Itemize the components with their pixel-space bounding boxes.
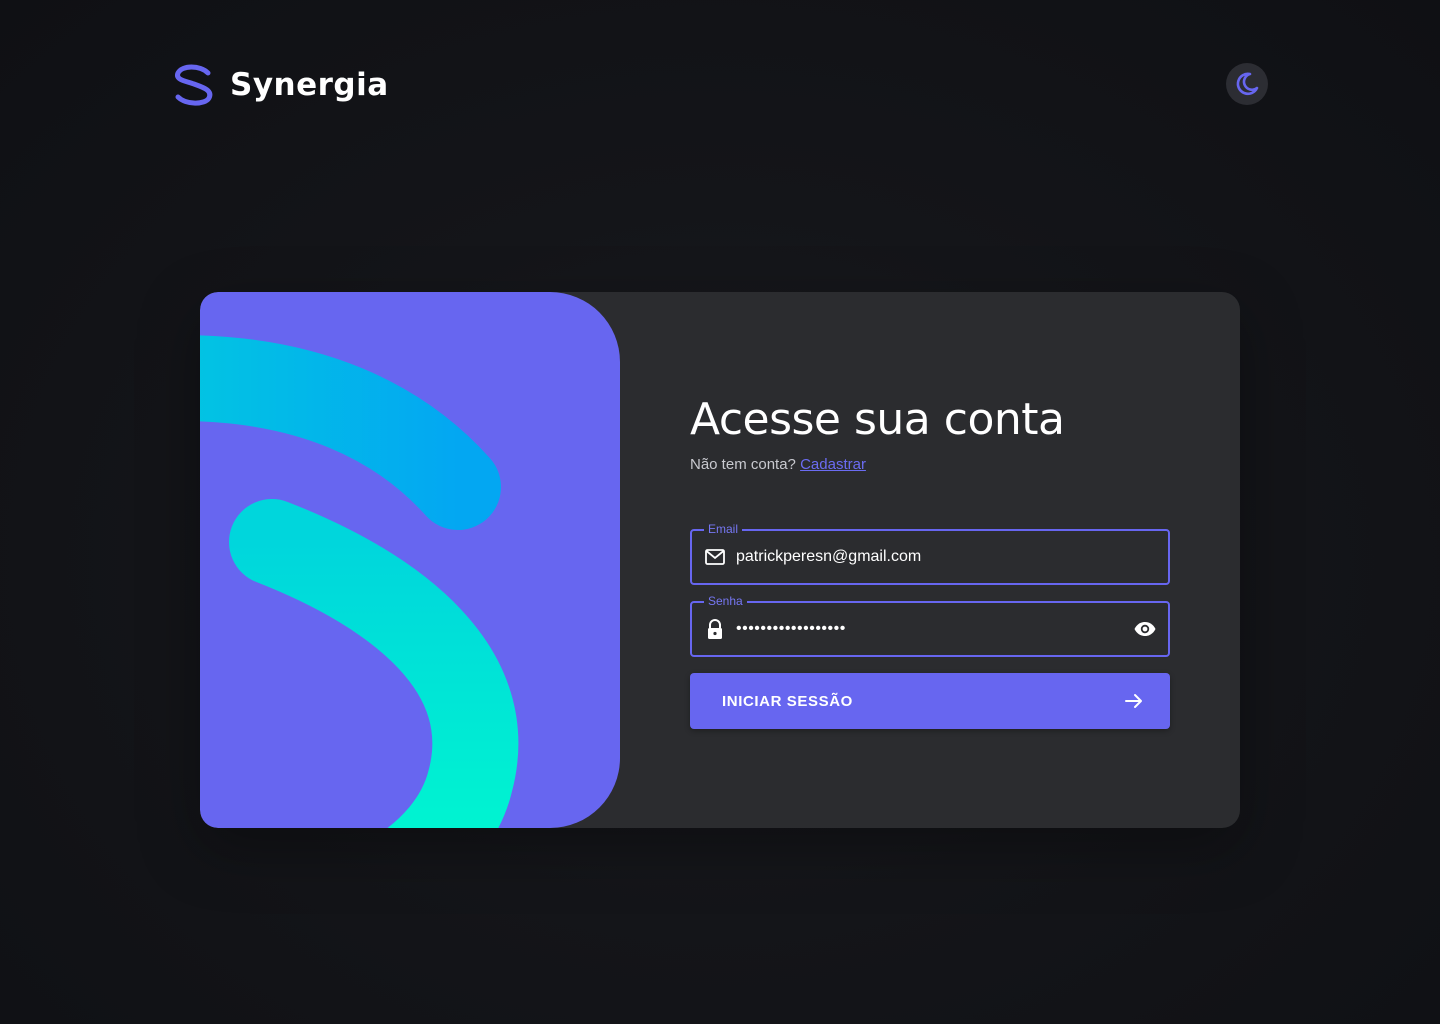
brand-logo[interactable]: Synergia — [172, 63, 389, 107]
login-form: Acesse sua conta Não tem conta? Cadastra… — [690, 392, 1170, 729]
password-label: Senha — [704, 594, 747, 608]
moon-icon — [1236, 72, 1259, 96]
signup-prompt-text: Não tem conta? — [690, 456, 796, 473]
synergia-logo-icon — [175, 64, 213, 106]
decorative-artwork — [200, 292, 620, 828]
login-submit-button[interactable]: INICIAR SESSÃO — [690, 673, 1170, 729]
submit-label: INICIAR SESSÃO — [722, 692, 853, 710]
brand-name: Synergia — [230, 67, 389, 103]
email-field[interactable]: Email patrickperesn@gmail.com — [690, 522, 1170, 585]
password-input[interactable]: •••••••••••••••••• — [736, 620, 1132, 638]
login-card: Acesse sua conta Não tem conta? Cadastra… — [200, 292, 1240, 828]
email-label: Email — [704, 522, 743, 536]
signup-prompt: Não tem conta? Cadastrar — [690, 456, 1170, 473]
password-field[interactable]: Senha •••••••••••••••••• — [690, 594, 1170, 657]
email-input[interactable]: patrickperesn@gmail.com — [736, 548, 1168, 566]
theme-toggle-button[interactable] — [1226, 63, 1268, 105]
mail-icon — [704, 546, 726, 568]
eye-icon[interactable] — [1132, 616, 1158, 642]
brand-arc-illustration — [200, 335, 519, 828]
signup-link[interactable]: Cadastrar — [800, 456, 866, 473]
arrow-right-icon — [1125, 694, 1142, 708]
lock-icon — [704, 618, 726, 640]
page-title: Acesse sua conta — [690, 394, 1065, 445]
